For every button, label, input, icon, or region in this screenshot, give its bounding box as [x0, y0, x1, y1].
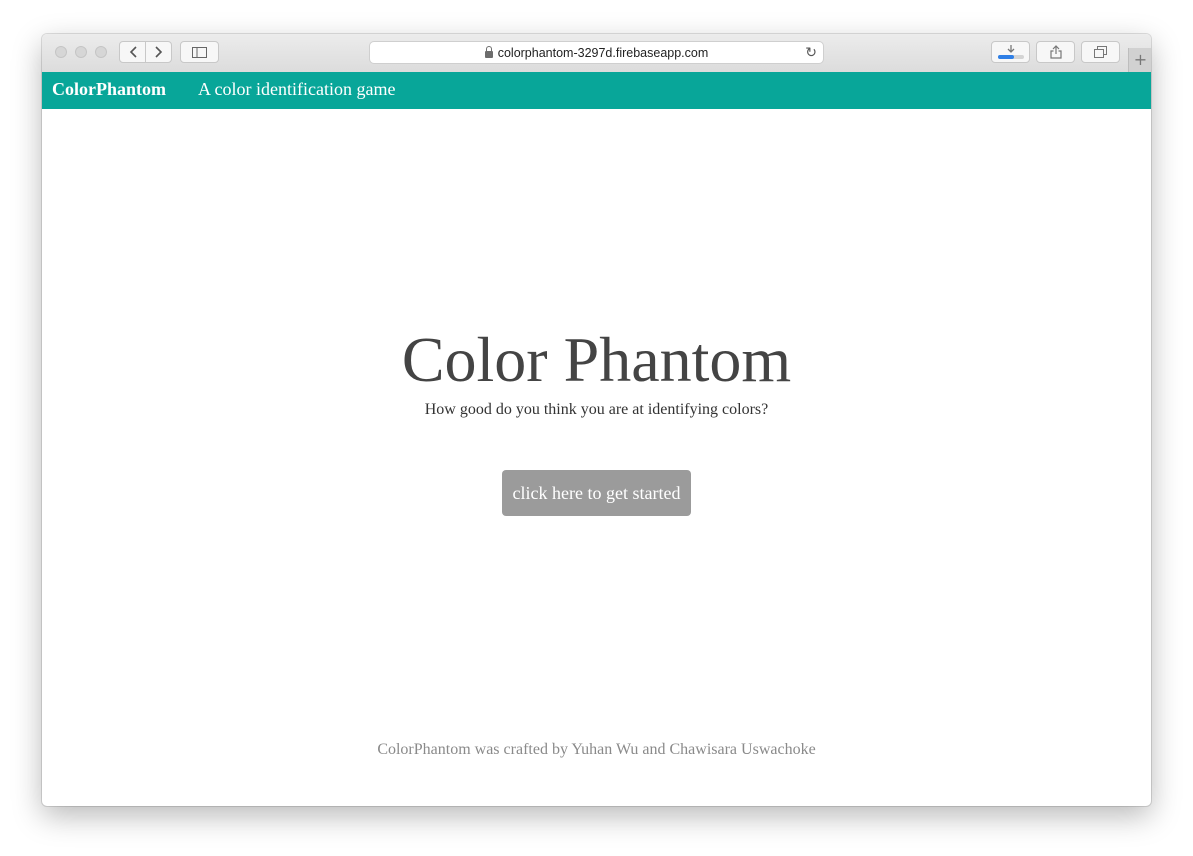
share-icon	[1049, 45, 1062, 59]
address-bar[interactable]: colorphantom-3297d.firebaseapp.com ↻	[369, 41, 824, 64]
minimize-window-button[interactable]	[75, 46, 87, 58]
browser-toolbar: colorphantom-3297d.firebaseapp.com ↻ +	[42, 34, 1151, 73]
site-navbar: ColorPhantom A color identification game	[42, 72, 1151, 109]
forward-button[interactable]	[145, 41, 172, 63]
sidebar-button[interactable]	[180, 41, 219, 63]
browser-window: colorphantom-3297d.firebaseapp.com ↻ + C…	[42, 34, 1151, 806]
back-icon	[129, 46, 137, 58]
new-tab-button[interactable]: +	[1128, 48, 1151, 72]
back-button[interactable]	[119, 41, 146, 63]
close-window-button[interactable]	[55, 46, 67, 58]
lock-icon	[484, 46, 493, 58]
tabs-overview-button[interactable]	[1081, 41, 1120, 63]
brand-link[interactable]: ColorPhantom	[52, 79, 166, 100]
url-text: colorphantom-3297d.firebaseapp.com	[497, 45, 709, 60]
downloads-button[interactable]	[991, 41, 1030, 63]
footer-credit: ColorPhantom was crafted by Yuhan Wu and…	[377, 741, 816, 758]
tabs-icon	[1094, 46, 1107, 58]
download-icon	[997, 45, 1024, 59]
page-subtitle: How good do you think you are at identif…	[424, 401, 769, 418]
share-button[interactable]	[1036, 41, 1075, 63]
sidebar-icon	[192, 46, 207, 58]
reload-icon[interactable]: ↻	[805, 45, 817, 61]
get-started-button[interactable]: click here to get started	[502, 470, 691, 516]
forward-icon	[154, 46, 162, 58]
zoom-window-button[interactable]	[95, 46, 107, 58]
page-title: Color Phantom	[401, 324, 792, 395]
tagline-text: A color identification game	[198, 79, 396, 99]
